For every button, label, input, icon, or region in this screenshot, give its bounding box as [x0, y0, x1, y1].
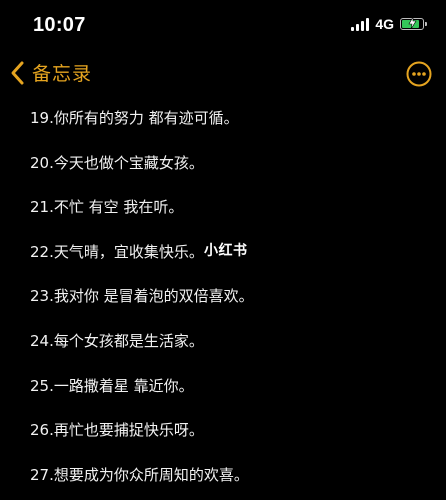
note-line: 24.每个女孩都是生活家。 [30, 331, 204, 350]
note-line: 19.你所有的努力 都有迹可循。 [30, 109, 239, 127]
status-indicators: 4G [351, 16, 427, 32]
nav-bar: 备忘录 [0, 55, 446, 99]
xiaohongshu-watermark: 小红书 [204, 243, 248, 259]
back-button[interactable]: 备忘录 [10, 59, 92, 86]
note-line: 21.不忙 有空 我在听。 [30, 198, 184, 217]
note-line: 27.想要成为你众所周知的欢喜。 [30, 465, 249, 484]
charging-bolt-icon [408, 17, 417, 29]
notes-screen: 10:07 4G 备忘录 19.你所有的努力 都有迹可循。 20.今天也做个宝藏… [0, 0, 446, 500]
note-line: 23.我对你 是冒着泡的双倍喜欢。 [30, 287, 254, 306]
status-time: 10:07 [33, 14, 86, 36]
note-line: 26.再忙也要捕捉快乐呀。 [30, 421, 204, 440]
note-line: 20.今天也做个宝藏女孩。 [30, 153, 204, 172]
cellular-signal-icon [351, 17, 370, 31]
battery-icon [400, 17, 427, 30]
ellipsis-circle-icon[interactable] [406, 61, 432, 87]
status-bar: 10:07 4G [0, 0, 446, 50]
chevron-left-icon [11, 61, 24, 84]
note-line: 25.一路撒着星 靠近你。 [30, 376, 194, 395]
network-type: 4G [375, 16, 394, 32]
note-body[interactable]: 19.你所有的努力 都有迹可循。 20.今天也做个宝藏女孩。 21.不忙 有空 … [30, 108, 430, 500]
back-label: 备忘录 [32, 63, 93, 85]
